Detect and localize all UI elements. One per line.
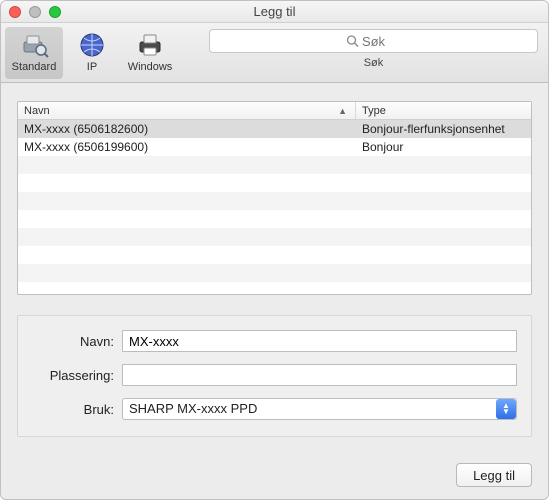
table-row[interactable]: MX-xxxx (6506182600) Bonjour-flerfunksjo… xyxy=(18,120,531,138)
name-label: Navn: xyxy=(32,334,122,349)
search-field-wrap xyxy=(209,29,538,53)
location-field[interactable] xyxy=(122,364,517,386)
sort-asc-icon: ▲ xyxy=(338,106,347,116)
add-button[interactable]: Legg til xyxy=(456,463,532,487)
column-header-label: Type xyxy=(362,105,386,117)
cell-type: Bonjour xyxy=(356,140,531,154)
zoom-window-button[interactable] xyxy=(49,6,61,18)
toolbar: Standard IP Windows xyxy=(1,23,548,83)
table-row[interactable]: MX-xxxx (6506199600) Bonjour xyxy=(18,138,531,156)
use-label: Bruk: xyxy=(32,402,122,417)
globe-icon xyxy=(63,29,121,61)
search-label: Søk xyxy=(209,57,538,69)
name-field[interactable] xyxy=(122,330,517,352)
minimize-window-button[interactable] xyxy=(29,6,41,18)
chevron-up-down-icon: ▲▼ xyxy=(496,399,516,419)
cell-name: MX-xxxx (6506199600) xyxy=(18,140,356,154)
location-label: Plassering: xyxy=(32,368,122,383)
toolbar-tab-ip[interactable]: IP xyxy=(63,27,121,79)
details-form: Navn: Plassering: Bruk: SHARP MX-xxxx PP… xyxy=(17,315,532,437)
toolbar-tab-label: Standard xyxy=(5,61,63,73)
printer-icon xyxy=(121,29,179,61)
list-body: MX-xxxx (6506182600) Bonjour-flerfunksjo… xyxy=(18,120,531,294)
toolbar-tab-label: IP xyxy=(63,61,121,73)
footer: Legg til xyxy=(456,463,532,487)
close-window-button[interactable] xyxy=(9,6,21,18)
add-printer-window: Legg til Standard IP xyxy=(0,0,549,500)
window-controls xyxy=(1,6,61,18)
printers-list: Navn ▲ Type MX-xxxx (6506182600) Bonjour… xyxy=(17,101,532,295)
cell-type: Bonjour-flerfunksjonsenhet xyxy=(356,122,531,136)
use-select[interactable]: SHARP MX-xxxx PPD ▲▼ xyxy=(122,398,517,420)
use-select-value: SHARP MX-xxxx PPD xyxy=(122,398,517,420)
column-header-type[interactable]: Type xyxy=(356,102,531,119)
column-header-label: Navn xyxy=(24,105,50,117)
toolbar-tab-label: Windows xyxy=(121,61,179,73)
titlebar: Legg til xyxy=(1,1,548,23)
search-input[interactable] xyxy=(209,29,538,53)
list-header: Navn ▲ Type xyxy=(18,102,531,120)
printer-search-icon xyxy=(5,29,63,61)
column-header-name[interactable]: Navn ▲ xyxy=(18,102,356,119)
toolbar-tab-standard[interactable]: Standard xyxy=(5,27,63,79)
toolbar-tab-windows[interactable]: Windows xyxy=(121,27,179,79)
window-title: Legg til xyxy=(1,4,548,19)
cell-name: MX-xxxx (6506182600) xyxy=(18,122,356,136)
